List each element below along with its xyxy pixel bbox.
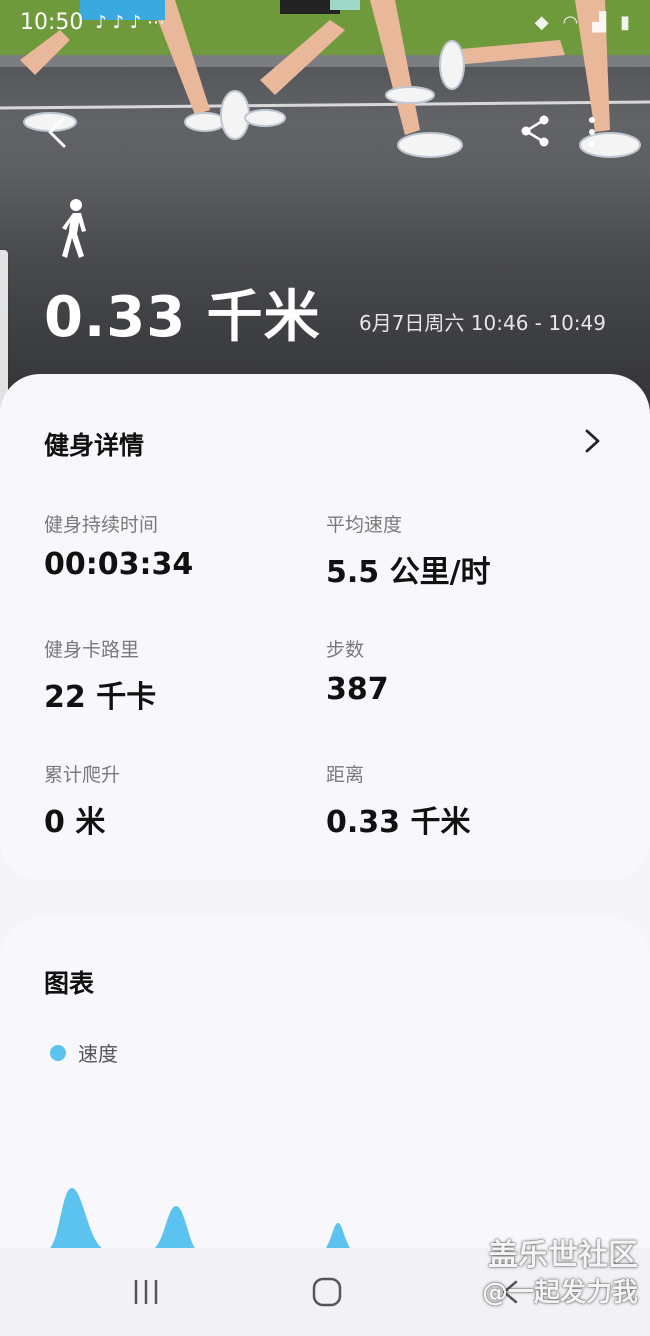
speed-peak	[326, 1223, 350, 1248]
home-icon[interactable]	[311, 1276, 343, 1308]
workout-detail-screen: 10:50 ♪ ♪ ♪ ⋯ ◆ ◠ ▟ ▮ 0.33 千米 6月7日周六 10:…	[0, 0, 650, 1336]
speed-peak	[155, 1206, 195, 1248]
metric-steps: 步数 387	[326, 635, 606, 707]
location-icon: ◆	[534, 11, 549, 33]
metric-duration: 健身持续时间 00:03:34	[44, 510, 324, 582]
metric-value: 22 千卡	[44, 680, 157, 715]
wifi-icon: ◠	[562, 11, 579, 33]
metric-label: 平均速度	[326, 514, 403, 536]
notification-icons: ♪ ♪ ♪ ⋯	[95, 11, 166, 33]
metric-distance: 距离 0.33 千米	[326, 760, 606, 841]
metric-label: 累计爬升	[44, 764, 121, 786]
hero-photo: 10:50 ♪ ♪ ♪ ⋯ ◆ ◠ ▟ ▮ 0.33 千米 6月7日周六 10:…	[0, 0, 650, 430]
metric-label: 健身持续时间	[44, 514, 159, 536]
metric-value: 5.5 公里/时	[326, 555, 491, 590]
metric-calories: 健身卡路里 22 千卡	[44, 635, 324, 716]
metric-value: 00:03:34	[44, 547, 194, 582]
legend-label: 速度	[78, 1042, 118, 1066]
metric-elevation-gain: 累计爬升 0 米	[44, 760, 324, 841]
status-time: 10:50	[20, 9, 84, 35]
workout-date-range: 6月7日周六 10:46 - 10:49	[358, 311, 606, 335]
recent-apps-icon[interactable]	[130, 1278, 162, 1306]
total-distance: 0.33 千米	[44, 285, 321, 350]
metric-label: 步数	[326, 639, 365, 661]
metric-label: 距离	[326, 764, 365, 786]
watermark-line2: @一起发力我	[481, 1278, 638, 1308]
speed-chart	[50, 1188, 350, 1248]
walking-person-icon	[62, 199, 86, 258]
details-title: 健身详情	[44, 431, 145, 460]
battery-icon: ▮	[620, 11, 630, 33]
legend-dot	[50, 1044, 66, 1061]
speed-peak	[50, 1188, 102, 1248]
metric-avg-speed: 平均速度 5.5 公里/时	[326, 510, 606, 591]
chevron-right-icon[interactable]	[580, 426, 604, 456]
metric-value: 0.33 千米	[326, 805, 471, 840]
watermark-line1: 盖乐世社区	[488, 1238, 638, 1273]
community-watermark: 盖乐世社区 @一起发力我	[482, 1236, 638, 1310]
back-arrow-icon[interactable]	[38, 112, 78, 152]
share-icon[interactable]	[516, 112, 554, 150]
metric-label: 健身卡路里	[44, 639, 140, 661]
metric-value: 387	[326, 672, 389, 707]
more-options-icon[interactable]	[580, 112, 604, 152]
chart-legend: 速度	[50, 1038, 118, 1067]
metric-value: 0 米	[44, 805, 106, 840]
chart-title: 图表	[44, 969, 95, 998]
status-bar: 10:50 ♪ ♪ ♪ ⋯ ◆ ◠ ▟ ▮	[0, 0, 650, 44]
signal-icon: ▟	[592, 11, 607, 33]
workout-details-card: 健身详情 健身持续时间 00:03:34 平均速度 5.5 公里/时 健身卡路里…	[0, 374, 650, 880]
